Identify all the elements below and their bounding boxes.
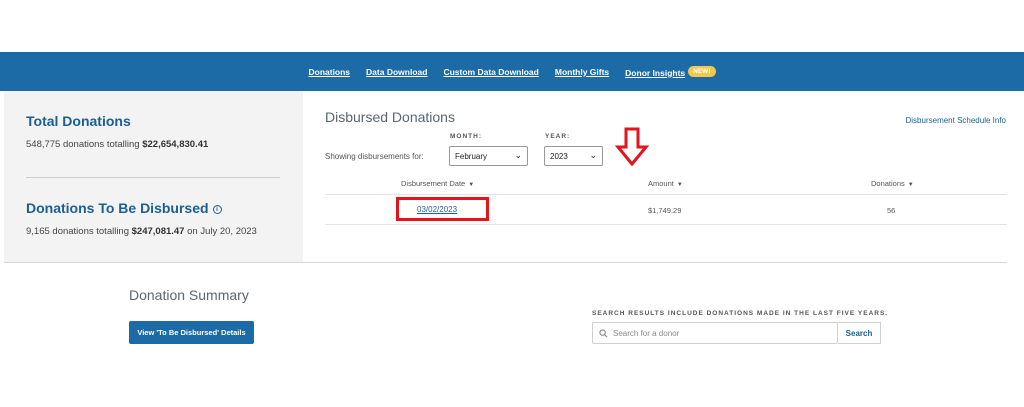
disbursement-schedule-link[interactable]: Disbursement Schedule Info bbox=[906, 116, 1007, 125]
section-divider bbox=[4, 262, 1007, 263]
new-badge: NEW! bbox=[688, 65, 716, 77]
caret-down-icon: ▼ bbox=[468, 182, 475, 188]
view-to-be-disbursed-button[interactable]: View 'To Be Disbursed' Details bbox=[129, 321, 254, 344]
showing-label: Showing disbursements for: bbox=[325, 152, 424, 161]
to-be-disbursed-text: 9,165 donations totalling $247,081.47 on… bbox=[26, 226, 257, 237]
arrow-down-icon bbox=[615, 127, 649, 167]
month-label: MONTH: bbox=[450, 133, 482, 140]
col-disbursement-date-label: Disbursement Date bbox=[401, 179, 466, 188]
top-blank-area bbox=[0, 0, 1024, 52]
total-donations-text: 548,775 donations totalling $22,654,830.… bbox=[26, 139, 208, 150]
caret-down-icon: ▼ bbox=[907, 182, 914, 188]
to-be-disbursed-amount: $247,081.47 bbox=[131, 226, 185, 237]
col-donations-label: Donations bbox=[871, 179, 905, 188]
to-be-disbursed-label: Donations To Be Disbursed bbox=[26, 200, 209, 216]
col-amount-label: Amount bbox=[648, 179, 674, 188]
col-donations[interactable]: Donations ▼ bbox=[871, 179, 914, 188]
annotation-highlight-box bbox=[396, 197, 489, 221]
total-donations-prefix: 548,775 donations totalling bbox=[26, 139, 143, 150]
nav-donor-insights-wrap: Donor Insights NEW! bbox=[625, 63, 716, 81]
main-content: Total Donations 548,775 donations totall… bbox=[0, 91, 1024, 263]
disbursed-title: Disbursed Donations bbox=[325, 109, 455, 125]
col-amount[interactable]: Amount ▼ bbox=[648, 179, 683, 188]
nav-donor-insights[interactable]: Donor Insights bbox=[625, 68, 685, 78]
table-row-divider bbox=[325, 224, 1007, 225]
table-row-amount: $1,749.29 bbox=[648, 206, 682, 215]
nav-custom-data-download[interactable]: Custom Data Download bbox=[443, 67, 538, 77]
to-be-disbursed-suffix: on July 20, 2023 bbox=[184, 226, 257, 237]
month-select[interactable]: February ⌄ bbox=[449, 146, 528, 166]
month-select-value: February bbox=[455, 152, 488, 161]
nav-data-download[interactable]: Data Download bbox=[366, 67, 427, 77]
search-button[interactable]: Search bbox=[838, 322, 881, 344]
to-be-disbursed-title: Donations To Be Disbursed i bbox=[26, 200, 222, 216]
nav-monthly-gifts[interactable]: Monthly Gifts bbox=[555, 67, 609, 77]
total-donations-amount: $22,654,830.41 bbox=[142, 139, 209, 150]
search-note: SEARCH RESULTS INCLUDE DONATIONS MADE IN… bbox=[592, 310, 889, 317]
main-navbar: Donations Data Download Custom Data Down… bbox=[0, 52, 1024, 91]
to-be-disbursed-prefix: 9,165 donations totalling bbox=[26, 226, 132, 237]
disbursed-panel: Disbursed Donations Disbursement Schedul… bbox=[303, 91, 1020, 263]
table-row-donations: 56 bbox=[887, 206, 896, 215]
donation-summary-title: Donation Summary bbox=[129, 287, 249, 303]
col-disbursement-date[interactable]: Disbursement Date ▼ bbox=[401, 179, 474, 188]
chevron-down-icon: ⌄ bbox=[514, 150, 522, 160]
table-header-divider bbox=[325, 194, 1007, 195]
info-icon[interactable]: i bbox=[212, 205, 222, 214]
year-select[interactable]: 2023 ⌄ bbox=[544, 146, 603, 166]
search-placeholder: Search for a donor bbox=[613, 329, 680, 338]
total-donations-title: Total Donations bbox=[26, 113, 131, 129]
year-label: YEAR: bbox=[545, 133, 571, 140]
chevron-down-icon: ⌄ bbox=[589, 150, 597, 160]
year-select-value: 2023 bbox=[550, 152, 568, 161]
search-icon bbox=[599, 329, 608, 338]
caret-down-icon: ▼ bbox=[676, 182, 683, 188]
nav-donations[interactable]: Donations bbox=[308, 67, 350, 77]
totals-panel: Total Donations 548,775 donations totall… bbox=[4, 91, 303, 263]
totals-divider bbox=[26, 177, 280, 178]
donor-search-input[interactable]: Search for a donor bbox=[592, 322, 838, 344]
